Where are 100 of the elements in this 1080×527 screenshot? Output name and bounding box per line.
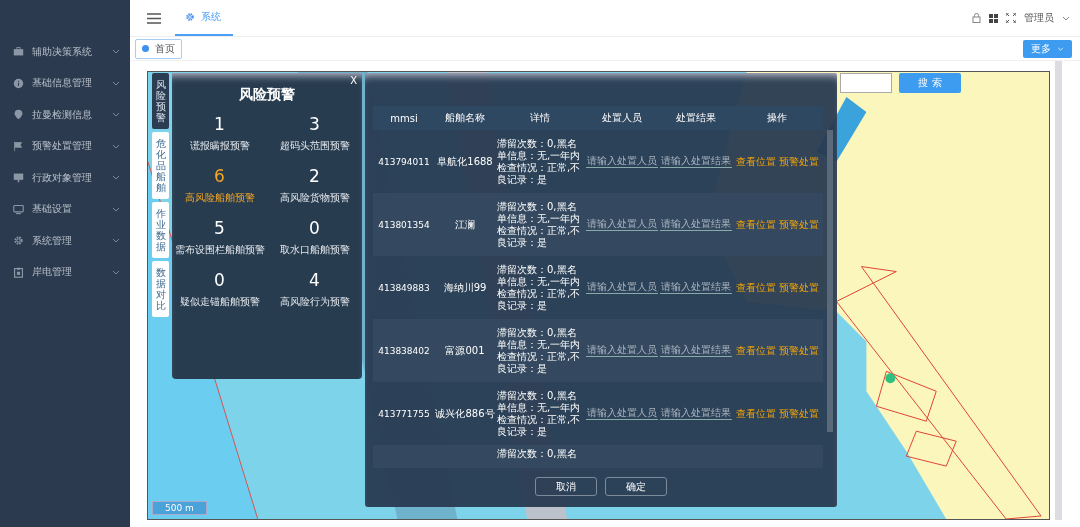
sidebar-item[interactable]: 预警处置管理: [0, 130, 130, 162]
sidebar-item[interactable]: 基础信息管理: [0, 67, 130, 99]
stat-value: 0: [309, 218, 320, 238]
table-cell-text: 富源001: [444, 343, 486, 358]
dialog-button[interactable]: 确定: [605, 477, 667, 496]
mmsi-search-field[interactable]: [840, 73, 892, 93]
column-header: mmsi: [389, 112, 419, 124]
table-cell-text: 413801354: [377, 219, 431, 230]
menu-icon[interactable]: [147, 12, 161, 24]
scale-bar: 500 m: [152, 501, 207, 515]
signboard-icon: [13, 172, 24, 184]
table-cell-text: 滞留次数：0,黑名单信息：无,一年内检查情况：正常,不良记录：是: [496, 137, 582, 186]
fullscreen-icon[interactable]: [1006, 13, 1016, 23]
input-field[interactable]: 请输入处置人员: [586, 155, 658, 168]
stat-label[interactable]: 超码头范围预警: [279, 139, 350, 153]
input-field[interactable]: 请输入处置人员: [586, 281, 658, 294]
chevron-down-icon: [1057, 46, 1064, 51]
settings-icon: [13, 235, 24, 247]
stat-label[interactable]: 高风险船舶预警: [184, 191, 255, 205]
action-link[interactable]: 查看位置: [735, 343, 776, 358]
stat-value: 5: [214, 218, 225, 238]
stat-value: 1: [214, 114, 225, 134]
side-tab[interactable]: 危化品船舶: [152, 132, 169, 199]
scrollbar[interactable]: [827, 130, 833, 432]
stat-label[interactable]: 高风险货物预警: [279, 191, 350, 205]
action-link[interactable]: 预警处置: [778, 154, 819, 169]
close-button[interactable]: X: [350, 75, 357, 86]
action-link[interactable]: 预警处置: [778, 343, 819, 358]
table-cell-text: 滞留次数：0,黑名单信息：无,一年内检查情况：正常,不良记录：是: [496, 263, 582, 312]
sidebar-item[interactable]: 系统管理: [0, 225, 130, 257]
pin-icon: [13, 109, 24, 121]
panel-title: 风险预警: [239, 85, 295, 104]
user-name[interactable]: 管理员: [1024, 11, 1054, 25]
table-cell-text: 413849883: [377, 282, 431, 293]
input-field[interactable]: 请输入处置人员: [586, 407, 658, 420]
input-field[interactable]: 请输入处置结果: [660, 281, 732, 294]
column-header: 处置结果: [675, 111, 717, 125]
grid-icon[interactable]: [989, 13, 998, 23]
page-tab[interactable]: 首页: [135, 38, 182, 59]
column-header: 操作: [766, 111, 788, 125]
column-header: 处置人员: [601, 111, 643, 125]
action-link[interactable]: 查看位置: [735, 280, 776, 295]
table-cell-text: 413838402: [377, 345, 431, 356]
side-tab[interactable]: 风险预警: [152, 73, 169, 129]
sidebar-item[interactable]: 拉曼检测信息: [0, 99, 130, 131]
chevron-down-icon: [112, 112, 120, 118]
flag-icon: [13, 140, 24, 152]
side-tab[interactable]: 数据对比: [152, 261, 169, 317]
table-cell-text: 海纳川99: [442, 280, 488, 295]
sidebar-item[interactable]: 行政对象管理: [0, 162, 130, 194]
side-tab[interactable]: 作业数据: [152, 202, 169, 258]
stat-label[interactable]: 谎报瞒报预警: [189, 139, 250, 153]
settings-icon: [185, 12, 195, 22]
stat-value: 6: [214, 166, 225, 186]
lock-icon[interactable]: [972, 13, 981, 23]
table-cell-text: 滞留次数：0,黑名单信息：无,一年内检查情况：正常,不良记录：是: [496, 389, 582, 438]
action-link[interactable]: 预警处置: [778, 217, 819, 232]
action-link[interactable]: 预警处置: [778, 406, 819, 421]
chevron-down-icon: [112, 80, 120, 86]
action-link[interactable]: 查看位置: [735, 217, 776, 232]
scrollbar[interactable]: [1055, 61, 1062, 520]
chevron-down-icon: [112, 175, 120, 181]
action-link[interactable]: 查看位置: [735, 406, 776, 421]
table-cell-text: 413794011: [377, 156, 431, 167]
column-header: 船舶名称: [444, 111, 486, 125]
stat-value: 3: [309, 114, 320, 134]
column-header: 详情: [529, 111, 551, 125]
stat-label[interactable]: 高风险行为预警: [279, 295, 350, 309]
stat-label[interactable]: 取水口船舶预警: [279, 243, 350, 257]
sidebar-item[interactable]: 基础设置: [0, 193, 130, 225]
dialog-button[interactable]: 取消: [535, 477, 597, 496]
chevron-down-icon: [112, 269, 120, 275]
stat-label[interactable]: 疑似走锚船舶预警: [179, 295, 260, 309]
input-field[interactable]: 请输入处置结果: [660, 344, 732, 357]
table-cell-text: 江澜: [454, 217, 476, 232]
info-icon: [13, 77, 24, 89]
stat-label[interactable]: 需布设围栏船舶预警: [174, 243, 265, 257]
input-field[interactable]: 请输入处置结果: [660, 407, 732, 420]
chevron-down-icon[interactable]: [1062, 15, 1070, 21]
input-field[interactable]: 请输入处置人员: [586, 218, 658, 231]
chevron-down-icon: [112, 143, 120, 149]
sidebar-item[interactable]: 岸电管理: [0, 256, 130, 288]
table-cell-text: 滞留次数：0,黑名单信息：无,一年内检查情况：正常,不良记录：是: [496, 326, 582, 375]
briefcase-icon: [13, 46, 24, 58]
chevron-down-icon: [112, 206, 120, 212]
table-cell-text: 413771755: [377, 408, 431, 419]
table-cell: 诚兴化886号: [435, 406, 495, 421]
stat-value: 2: [309, 166, 320, 186]
action-link[interactable]: 预警处置: [778, 280, 819, 295]
table-cell-text: 滞留次数：0,黑名单信息：无,一年内检查情况：正常,不良记录：是: [496, 200, 582, 249]
stat-value: 4: [309, 270, 320, 290]
sidebar-item[interactable]: 辅助决策系统: [0, 36, 130, 68]
clipboard-icon: [13, 266, 24, 278]
table-cell-text: 阜航化1688: [436, 154, 494, 169]
input-field[interactable]: 请输入处置结果: [660, 218, 732, 231]
chevron-down-icon: [112, 238, 120, 244]
input-field[interactable]: 请输入处置结果: [660, 155, 732, 168]
action-link[interactable]: 查看位置: [735, 154, 776, 169]
input-field[interactable]: 请输入处置人员: [586, 344, 658, 357]
table-cell-text: 滞留次数：0,黑名: [496, 447, 578, 460]
